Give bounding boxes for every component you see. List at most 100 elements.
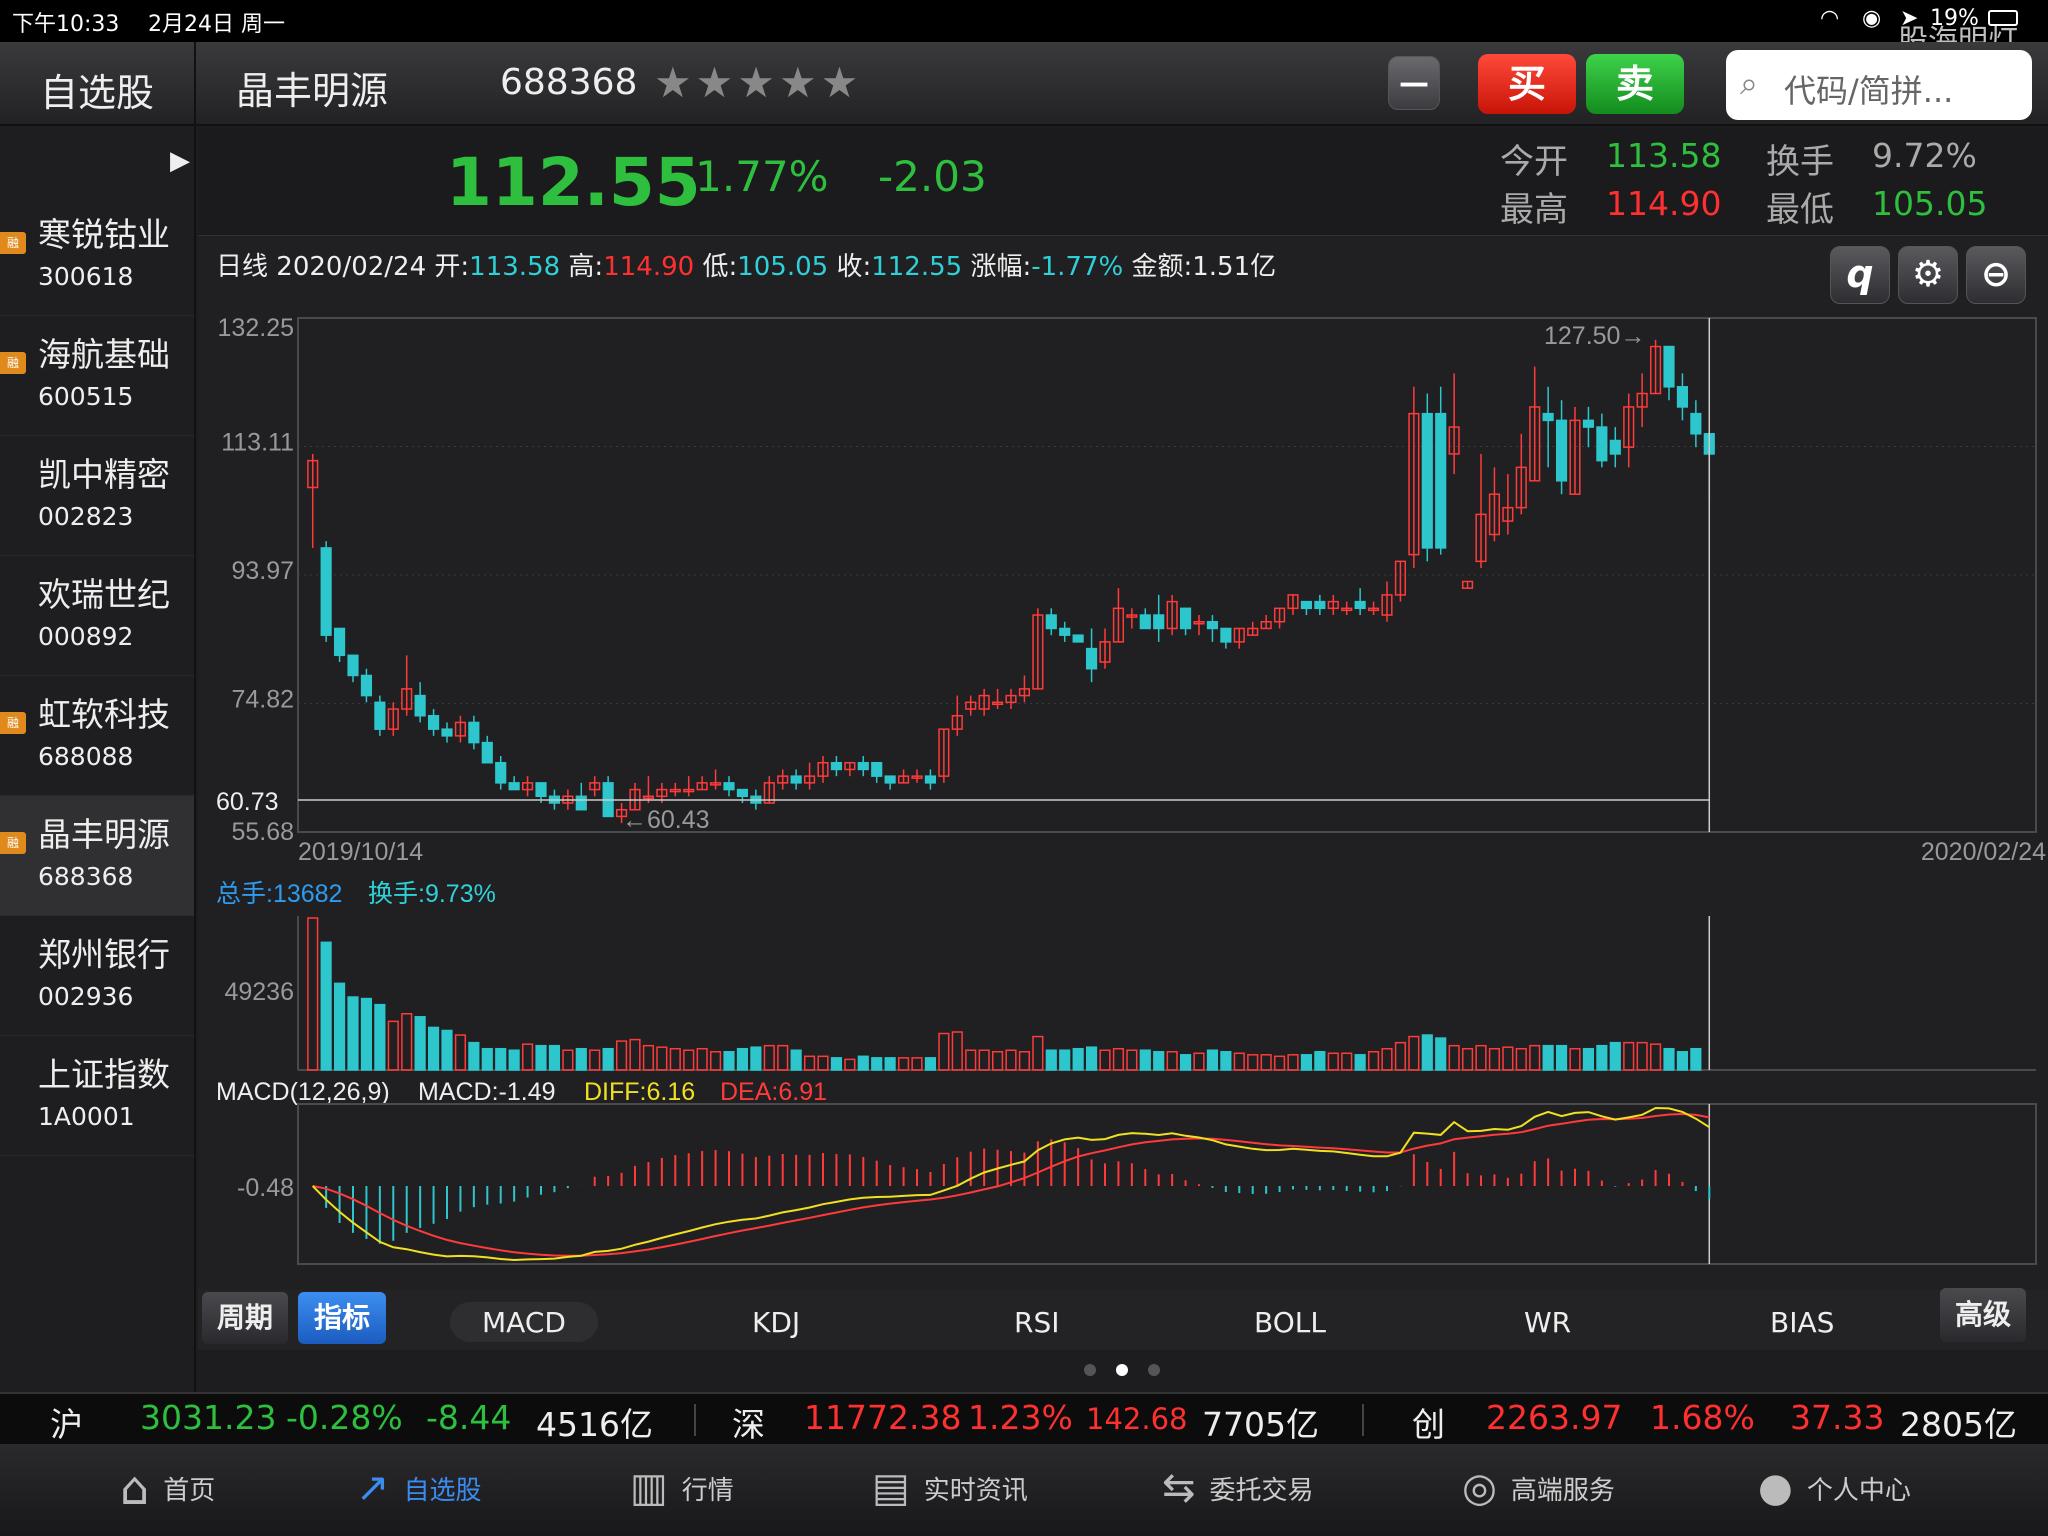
volume-bar xyxy=(1166,1051,1178,1071)
indicator-tab[interactable]: 指标 xyxy=(298,1292,386,1344)
candle-body xyxy=(857,761,869,771)
volume-bar xyxy=(844,1058,856,1071)
volume-bar xyxy=(1542,1044,1554,1071)
indicator-macd[interactable]: MACD xyxy=(482,1306,566,1339)
volume-bar xyxy=(427,1026,440,1071)
volume-bar xyxy=(575,1047,587,1071)
volume-tick: 49236 xyxy=(224,978,294,1006)
volume-bar xyxy=(723,1051,735,1071)
advanced-tab[interactable]: 高级 xyxy=(1940,1288,2026,1342)
candle-body xyxy=(481,741,493,764)
divider xyxy=(1362,1404,1364,1436)
sz-amount: 7705亿 xyxy=(1202,1405,1319,1444)
index-ticker[interactable]: 沪 3031.23 -0.28% -8.44 4516亿 深 11772.38 … xyxy=(0,1392,2048,1444)
volume-bar xyxy=(1085,1046,1098,1071)
y-tick-label: 132.25 xyxy=(218,314,294,342)
sz-price: 11772.38 xyxy=(804,1398,962,1437)
volume-bar xyxy=(1045,1049,1057,1071)
volume-bar xyxy=(1153,1051,1165,1071)
divider xyxy=(694,1404,696,1436)
candle-body xyxy=(333,627,346,657)
indicator-rsi[interactable]: RSI xyxy=(1014,1306,1060,1339)
volume-bar xyxy=(777,1044,789,1071)
candle-body xyxy=(1582,419,1595,428)
volume-bar xyxy=(763,1044,775,1071)
candle-body xyxy=(441,728,453,737)
nav-profile[interactable]: ● 个人中心 xyxy=(1758,1458,1911,1518)
volume-bar xyxy=(414,1016,426,1071)
nav-home[interactable]: ⌂ 首页 xyxy=(120,1458,215,1518)
volume-bar xyxy=(1515,1047,1527,1071)
page-dot-1[interactable] xyxy=(1084,1364,1096,1376)
home-icon: ⌂ xyxy=(120,1461,150,1515)
candle-body xyxy=(830,761,843,771)
candle-body xyxy=(427,714,440,730)
nav-news[interactable]: ▤ 实时资讯 xyxy=(872,1458,1028,1518)
volume-bar xyxy=(857,1055,869,1071)
indicator-boll[interactable]: BOLL xyxy=(1254,1306,1326,1339)
page-dot-2[interactable] xyxy=(1116,1364,1128,1376)
candle-body xyxy=(320,547,332,636)
period-tab[interactable]: 周期 xyxy=(202,1292,288,1344)
macd-value: MACD:-1.49 xyxy=(418,1078,556,1106)
bottom-nav: ⌂ 首页 ↗ 自选股 ▥ 行情 ▤ 实时资讯 ⇆ 委托交易 ◎ 高端服务 ● 个人中心 xyxy=(0,1444,2048,1536)
candle-body xyxy=(360,674,373,697)
candle-body xyxy=(1542,412,1554,422)
service-icon: ◎ xyxy=(1462,1465,1497,1511)
volume-bar xyxy=(1663,1047,1675,1071)
volume-bar xyxy=(1179,1054,1192,1071)
macd-panel-frame xyxy=(297,1103,2037,1265)
candle-body xyxy=(1153,614,1165,630)
candle-body xyxy=(871,761,883,777)
candle-body xyxy=(1676,386,1689,408)
end-date: 2020/02/24 xyxy=(1921,838,2046,866)
sh-pct: -0.28% xyxy=(286,1398,403,1437)
candle-body xyxy=(1596,426,1608,462)
nav-watchlist[interactable]: ↗ 自选股 xyxy=(356,1458,482,1518)
candle-body xyxy=(1314,600,1326,610)
sh-label: 沪 xyxy=(50,1405,83,1444)
volume-bar xyxy=(1408,1035,1420,1071)
volume-bar xyxy=(481,1047,493,1071)
candle-body xyxy=(1220,627,1232,643)
kline-chart[interactable]: 132.25 113.11 93.97 74.82 55.6860.73 127.50→ ←… xyxy=(0,0,2048,1300)
crosshair-label: 60.73 xyxy=(216,788,279,816)
sz-label: 深 xyxy=(732,1405,765,1444)
volume-bar xyxy=(1475,1044,1487,1071)
indicator-bias[interactable]: BIAS xyxy=(1770,1306,1834,1339)
candle-body xyxy=(1206,621,1219,630)
cy-pct: 1.68% xyxy=(1650,1398,1755,1437)
volume-bar xyxy=(1529,1044,1541,1071)
volume-bar xyxy=(1690,1047,1702,1071)
volume-bar xyxy=(360,997,373,1071)
cy-amount: 2805亿 xyxy=(1900,1405,2017,1444)
start-date: 2019/10/14 xyxy=(298,838,423,866)
volume-bar xyxy=(656,1046,668,1071)
volume-bar xyxy=(736,1047,749,1071)
nav-market[interactable]: ▥ 行情 xyxy=(630,1458,734,1518)
volume-bar xyxy=(1596,1044,1608,1071)
y-tick-label: 113.11 xyxy=(221,429,294,457)
volume-bar xyxy=(1247,1054,1259,1071)
page-dot-3[interactable] xyxy=(1148,1364,1160,1376)
volume-bar xyxy=(374,1003,386,1071)
candle-body xyxy=(723,782,735,791)
candle-body xyxy=(347,654,359,677)
volume-bar xyxy=(911,1057,923,1071)
nav-service[interactable]: ◎ 高端服务 xyxy=(1462,1458,1615,1518)
volume-bar xyxy=(333,982,346,1071)
volume-bar xyxy=(991,1051,1004,1071)
news-icon: ▤ xyxy=(872,1465,910,1511)
user-icon: ● xyxy=(1758,1465,1793,1511)
indicator-wr[interactable]: WR xyxy=(1524,1306,1571,1339)
volume-bar xyxy=(978,1049,990,1071)
indicator-kdj[interactable]: KDJ xyxy=(752,1306,800,1339)
volume-bar xyxy=(817,1055,829,1071)
y-tick-label: 93.97 xyxy=(231,557,294,585)
nav-trade[interactable]: ⇆ 委托交易 xyxy=(1162,1458,1314,1518)
volume-bar xyxy=(1609,1041,1621,1071)
volume-bar xyxy=(709,1051,722,1071)
volume-bar xyxy=(1676,1051,1689,1071)
candle-body xyxy=(1690,412,1702,435)
volume-bar xyxy=(454,1034,467,1071)
